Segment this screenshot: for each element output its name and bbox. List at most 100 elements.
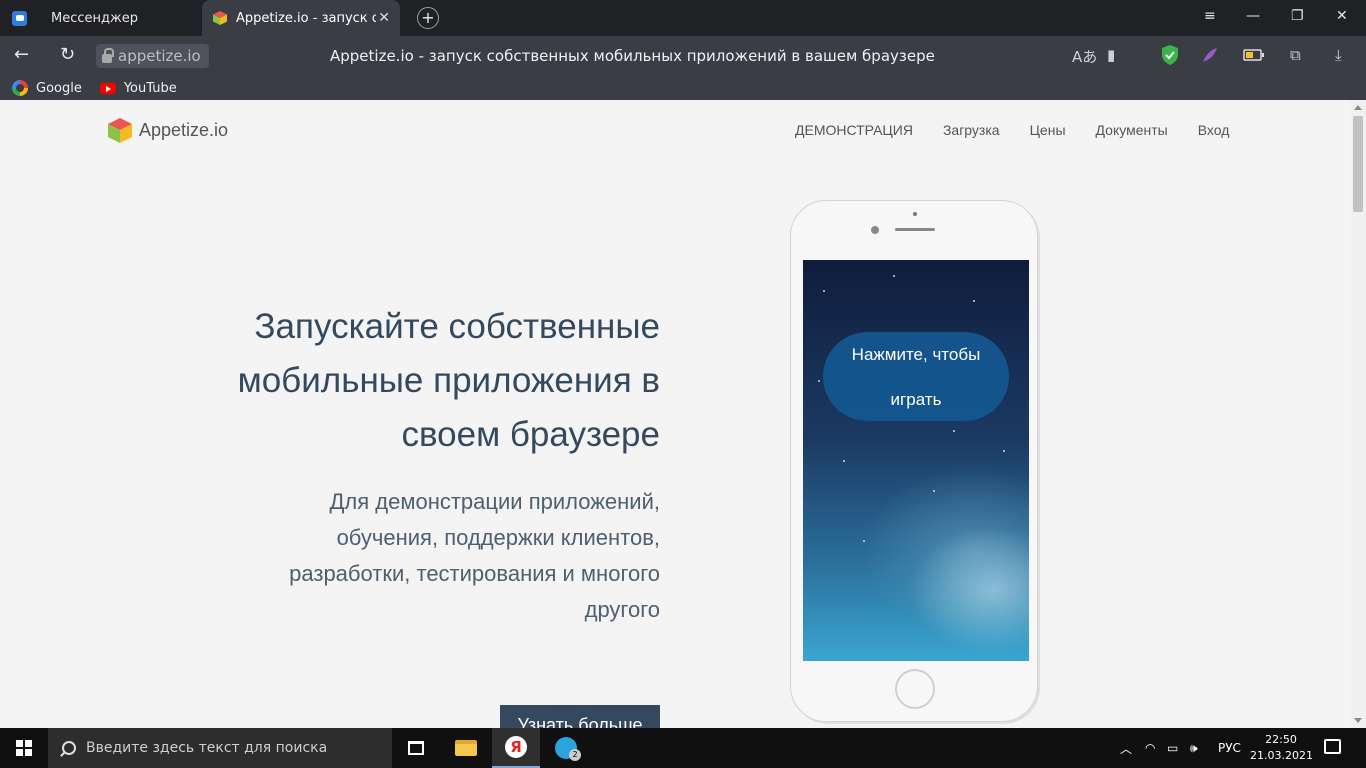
nav-pricing[interactable]: Цены [1030, 122, 1066, 138]
telegram-badge: 2 [569, 749, 581, 761]
telegram-button[interactable]: 2 [542, 728, 590, 768]
tap-to-play-button[interactable]: Нажмите, чтобы играть [823, 332, 1009, 421]
nav-demo[interactable]: ДЕМОНСТРАЦИЯ [795, 122, 913, 138]
bookmark-icon[interactable]: ▮ [1107, 46, 1115, 64]
youtube-icon [99, 82, 116, 94]
appetize-favicon-icon [213, 11, 227, 25]
network-icon[interactable]: ◠ [1145, 728, 1155, 768]
nav-docs[interactable]: Документы [1096, 122, 1168, 138]
learn-more-button[interactable]: Узнать больше [500, 705, 660, 728]
hero-title-line: Запускайте собственные [254, 307, 660, 346]
phone-sensor [913, 212, 917, 216]
yandex-browser-button[interactable]: Я [492, 728, 540, 768]
star [953, 430, 955, 432]
taskbar: Введите здесь текст для поиска Я 2 ︿ ◠ ▭… [0, 728, 1366, 768]
star [1003, 450, 1005, 452]
task-view-button[interactable] [392, 728, 440, 768]
tab-title: Мессенджер [51, 10, 138, 26]
bookmarks-bar: Google YouTube [0, 76, 1366, 100]
bookmark-youtube[interactable]: YouTube [99, 80, 177, 96]
hero-title-line: своем браузере [401, 415, 660, 454]
folder-icon [455, 740, 477, 756]
star [973, 300, 975, 302]
start-button[interactable] [0, 728, 48, 768]
reload-icon[interactable]: ↻ [60, 45, 75, 65]
battery-icon[interactable] [1243, 49, 1265, 61]
new-tab-button[interactable]: + [417, 7, 439, 29]
translate-icon[interactable]: Aあ [1072, 46, 1097, 67]
star [863, 540, 865, 542]
clock-time: 22:50 [1265, 733, 1297, 746]
collections-icon[interactable]: ⧉ [1290, 46, 1301, 64]
nav-upload[interactable]: Загрузка [943, 122, 1000, 138]
star [933, 490, 935, 492]
tab-strip: Мессенджер Appetize.io - запуск соб ✕ + … [0, 0, 1366, 36]
back-icon[interactable]: ← [14, 45, 29, 65]
tab-close-icon[interactable]: ✕ [378, 10, 390, 26]
address-page-title: Appetize.io - запуск собственных мобильн… [330, 47, 935, 65]
messenger-icon [12, 10, 27, 26]
star [823, 290, 825, 292]
phone-screen[interactable]: Нажмите, чтобы играть [803, 260, 1029, 661]
task-view-icon [408, 741, 424, 755]
clock-date: 21.03.2021 [1250, 749, 1313, 762]
taskbar-search[interactable]: Введите здесь текст для поиска [48, 728, 392, 768]
star [818, 380, 820, 382]
url-field[interactable]: appetize.io [96, 44, 209, 68]
nav-login[interactable]: Вход [1198, 122, 1230, 138]
download-icon[interactable]: ⤓ [1335, 46, 1342, 64]
phone-camera [871, 226, 879, 234]
star [893, 275, 895, 277]
volume-icon[interactable]: 🕪 [1190, 728, 1198, 768]
url-text: appetize.io [118, 47, 201, 65]
hero-subtitle-line: Для демонстрации приложений, [329, 489, 660, 514]
minimize-button[interactable]: — [1246, 8, 1260, 24]
search-icon [62, 741, 76, 755]
bookmark-google[interactable]: Google [12, 80, 82, 96]
clock[interactable]: 22:50 21.03.2021 [1250, 732, 1313, 764]
tab-appetize[interactable]: Appetize.io - запуск соб ✕ [202, 0, 400, 36]
bookmark-label: Google [36, 80, 82, 96]
scroll-up-icon[interactable] [1354, 105, 1362, 110]
tray-chevron-icon[interactable]: ︿ [1120, 728, 1132, 768]
web-page: Appetize.io ДЕМОНСТРАЦИЯ Загрузка Цены Д… [0, 100, 1350, 728]
restore-button[interactable]: ❐ [1291, 8, 1304, 24]
bookmark-label: YouTube [123, 80, 177, 96]
hero-subtitle-line: другого [584, 597, 660, 622]
battery-tray-icon[interactable]: ▭ [1167, 728, 1178, 768]
phone-speaker [895, 228, 935, 231]
scroll-thumb[interactable] [1353, 116, 1363, 212]
scroll-down-icon[interactable] [1354, 718, 1362, 723]
phone-home-button[interactable] [895, 669, 935, 709]
hero-subtitle-line: обучения, поддержки клиентов, [336, 525, 660, 550]
top-nav: ДЕМОНСТРАЦИЯ Загрузка Цены Документы Вхо… [795, 122, 1229, 138]
address-bar: ← ↻ appetize.io Appetize.io - запуск соб… [0, 36, 1366, 76]
hero-title-line: мобильные приложения в [237, 361, 660, 400]
yandex-icon: Я [505, 736, 527, 758]
browser-menu-icon[interactable]: ≡ [1204, 8, 1216, 24]
google-icon [12, 80, 28, 96]
lock-icon [102, 47, 114, 63]
star [843, 460, 845, 462]
language-indicator[interactable]: РУС [1218, 728, 1241, 768]
search-placeholder: Введите здесь текст для поиска [86, 740, 328, 756]
site-logo[interactable]: Appetize.io [106, 116, 228, 144]
close-window-button[interactable]: ✕ [1336, 8, 1348, 24]
phone-mockup: Нажмите, чтобы играть [790, 200, 1038, 722]
hero-title: Запускайте собственные мобильные приложе… [150, 300, 660, 462]
feather-icon[interactable] [1200, 45, 1220, 65]
cube-logo-icon [108, 118, 132, 143]
windows-icon [16, 740, 32, 756]
explorer-button[interactable] [442, 728, 490, 768]
adblock-shield-icon[interactable] [1160, 44, 1180, 66]
telegram-icon: 2 [555, 737, 581, 761]
tab-title: Appetize.io - запуск соб [236, 10, 376, 26]
tab-messenger[interactable]: Мессенджер [0, 0, 200, 36]
hero-subtitle: Для демонстрации приложений, обучения, п… [200, 484, 660, 628]
logo-text: Appetize.io [139, 119, 229, 140]
notifications-icon[interactable] [1324, 739, 1341, 754]
page-scrollbar[interactable] [1350, 100, 1366, 728]
hero-subtitle-line: разработки, тестирования и многого [289, 561, 660, 586]
play-line: Нажмите, чтобы [851, 345, 981, 364]
play-line: играть [890, 390, 942, 409]
